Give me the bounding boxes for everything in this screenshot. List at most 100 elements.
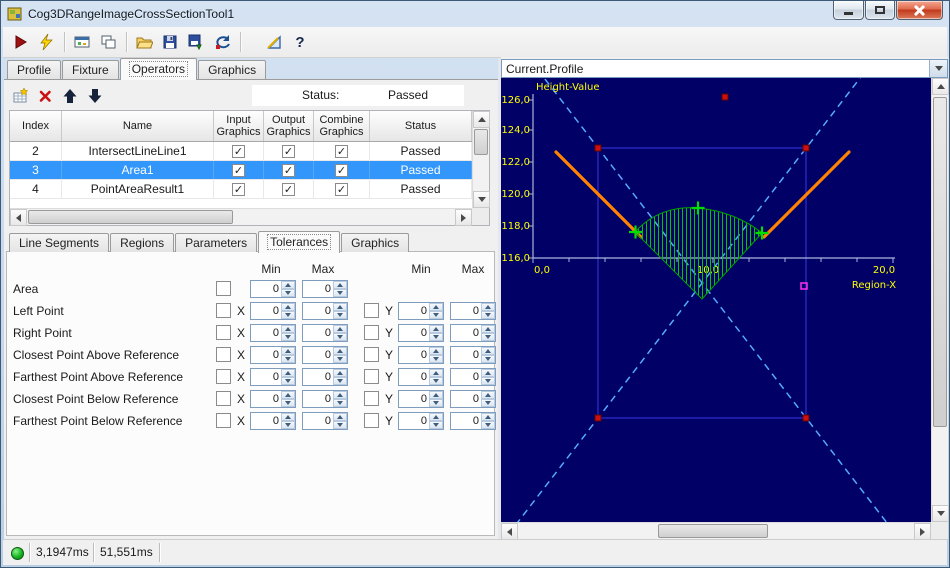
- subtab-parameters[interactable]: Parameters: [175, 233, 258, 252]
- measure-angle-button[interactable]: [262, 30, 286, 54]
- x-tolerance-checkbox[interactable]: [216, 347, 231, 362]
- tab-profile[interactable]: Profile: [7, 60, 62, 79]
- y-tolerance-checkbox[interactable]: [364, 303, 379, 318]
- spin-up-button[interactable]: [429, 368, 443, 377]
- scroll-thumb[interactable]: [28, 210, 233, 224]
- scroll-left-button[interactable]: [10, 209, 27, 226]
- spin-down-button[interactable]: [333, 288, 347, 297]
- x-tolerance-checkbox[interactable]: [216, 369, 231, 384]
- spin-down-button[interactable]: [281, 332, 295, 341]
- x-max-spinner[interactable]: 0: [302, 301, 348, 320]
- spin-down-button[interactable]: [481, 310, 495, 319]
- save-button[interactable]: [158, 30, 182, 54]
- y-max-spinner[interactable]: 0: [450, 367, 496, 386]
- combine-graphics-checkbox[interactable]: ✓: [335, 182, 348, 196]
- scroll-down-button[interactable]: [932, 505, 949, 522]
- reset-button[interactable]: [210, 30, 234, 54]
- spin-up-button[interactable]: [481, 412, 495, 421]
- col-header-status[interactable]: Status: [370, 111, 472, 141]
- spin-up-button[interactable]: [429, 390, 443, 399]
- open-file-button[interactable]: [132, 30, 156, 54]
- spin-up-button[interactable]: [281, 390, 295, 399]
- x-max-spinner[interactable]: 0: [302, 411, 348, 430]
- minimize-button[interactable]: [833, 1, 864, 20]
- close-button[interactable]: [896, 1, 943, 20]
- spin-up-button[interactable]: [481, 302, 495, 311]
- table-v-scrollbar[interactable]: [472, 111, 490, 208]
- add-operator-button[interactable]: [9, 85, 31, 107]
- y-max-spinner[interactable]: 0: [450, 345, 496, 364]
- x-tolerance-checkbox[interactable]: [216, 413, 231, 428]
- y-tolerance-checkbox[interactable]: [364, 413, 379, 428]
- area-max-spinner[interactable]: 0: [302, 279, 348, 298]
- x-tolerance-checkbox[interactable]: [216, 303, 231, 318]
- run-button[interactable]: [8, 30, 32, 54]
- col-header-input-graphics[interactable]: Input Graphics: [214, 111, 264, 141]
- spin-down-button[interactable]: [481, 332, 495, 341]
- tab-graphics[interactable]: Graphics: [198, 60, 267, 79]
- spin-up-button[interactable]: [281, 324, 295, 333]
- plot-v-scrollbar[interactable]: [931, 78, 949, 522]
- x-max-spinner[interactable]: 0: [302, 389, 348, 408]
- tab-fixture[interactable]: Fixture: [62, 60, 119, 79]
- spin-up-button[interactable]: [481, 324, 495, 333]
- scroll-thumb[interactable]: [474, 129, 488, 155]
- titlebar[interactable]: Cog3DRangeImageCrossSectionTool1: [1, 1, 949, 27]
- spin-down-button[interactable]: [281, 420, 295, 429]
- y-max-spinner[interactable]: 0: [450, 411, 496, 430]
- profile-selector[interactable]: Current.Profile: [501, 59, 948, 78]
- y-min-spinner[interactable]: 0: [398, 367, 444, 386]
- x-min-spinner[interactable]: 0: [250, 389, 296, 408]
- spin-down-button[interactable]: [333, 376, 347, 385]
- subtab-regions[interactable]: Regions: [110, 233, 175, 252]
- maximize-button[interactable]: [865, 1, 895, 20]
- region-handle[interactable]: [594, 414, 602, 422]
- spin-down-button[interactable]: [481, 420, 495, 429]
- spin-down-button[interactable]: [333, 420, 347, 429]
- area-min-spinner[interactable]: 0: [250, 279, 296, 298]
- x-min-spinner[interactable]: 0: [250, 411, 296, 430]
- spin-up-button[interactable]: [481, 390, 495, 399]
- spin-up-button[interactable]: [429, 302, 443, 311]
- combine-graphics-checkbox[interactable]: ✓: [335, 163, 348, 177]
- spin-down-button[interactable]: [429, 398, 443, 407]
- spin-down-button[interactable]: [429, 420, 443, 429]
- y-min-spinner[interactable]: 0: [398, 411, 444, 430]
- scroll-left-button[interactable]: [501, 523, 518, 540]
- spin-up-button[interactable]: [333, 346, 347, 355]
- spin-up-button[interactable]: [333, 390, 347, 399]
- scroll-down-button[interactable]: [473, 191, 490, 208]
- spin-down-button[interactable]: [429, 332, 443, 341]
- spin-up-button[interactable]: [333, 280, 347, 289]
- spin-down-button[interactable]: [481, 376, 495, 385]
- spin-up-button[interactable]: [281, 412, 295, 421]
- y-max-spinner[interactable]: 0: [450, 389, 496, 408]
- output-graphics-checkbox[interactable]: ✓: [282, 144, 295, 158]
- y-min-spinner[interactable]: 0: [398, 323, 444, 342]
- y-min-spinner[interactable]: 0: [398, 301, 444, 320]
- spin-down-button[interactable]: [281, 376, 295, 385]
- open-in-new-window-button[interactable]: [96, 30, 120, 54]
- spin-down-button[interactable]: [333, 332, 347, 341]
- plot-h-scrollbar[interactable]: [501, 522, 931, 540]
- spin-down-button[interactable]: [281, 310, 295, 319]
- show-tool-image-button[interactable]: [70, 30, 94, 54]
- x-min-spinner[interactable]: 0: [250, 345, 296, 364]
- profile-plot-canvas[interactable]: Height-Value 126,0 124,0 122,0 120,0 118…: [500, 0, 931, 568]
- spin-down-button[interactable]: [429, 376, 443, 385]
- subtab-line-segments[interactable]: Line Segments: [9, 233, 110, 252]
- y-min-spinner[interactable]: 0: [398, 389, 444, 408]
- scroll-up-button[interactable]: [473, 111, 490, 128]
- x-max-spinner[interactable]: 0: [302, 323, 348, 342]
- x-max-spinner[interactable]: 0: [302, 345, 348, 364]
- table-row-selected[interactable]: 3 Area1 ✓ ✓ ✓ Passed: [10, 161, 472, 180]
- spin-up-button[interactable]: [481, 346, 495, 355]
- spin-up-button[interactable]: [333, 368, 347, 377]
- move-down-button[interactable]: [84, 85, 106, 107]
- spin-up-button[interactable]: [429, 324, 443, 333]
- dropdown-button[interactable]: [929, 60, 947, 77]
- subtab-graphics[interactable]: Graphics: [341, 233, 410, 252]
- col-header-index[interactable]: Index: [10, 111, 62, 141]
- scroll-right-button[interactable]: [914, 523, 931, 540]
- y-max-spinner[interactable]: 0: [450, 323, 496, 342]
